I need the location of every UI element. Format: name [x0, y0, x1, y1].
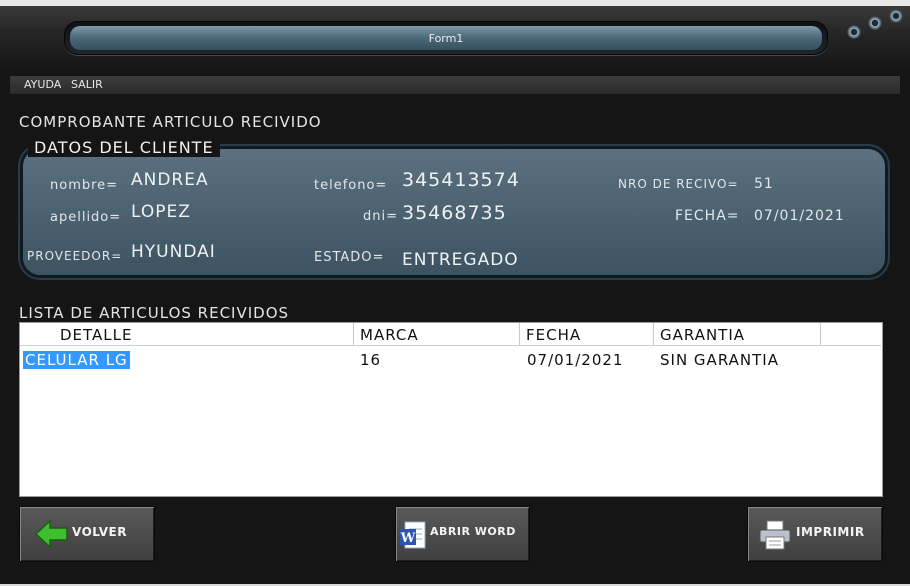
- title-bar[interactable]: Form1: [0, 6, 910, 72]
- maximize-button[interactable]: [868, 16, 882, 30]
- volver-label: VOLVER: [72, 525, 127, 539]
- proveedor-value: HYUNDAI: [131, 242, 216, 262]
- column-header-detalle[interactable]: DETALLE: [20, 323, 354, 346]
- proveedor-label: PROVEEDOR=: [27, 249, 123, 263]
- cell-detalle[interactable]: CELULAR LG: [23, 351, 130, 369]
- menu-ayuda[interactable]: AYUDA: [24, 78, 61, 91]
- minimize-button[interactable]: [847, 25, 861, 39]
- green-left-arrow-icon: [34, 519, 70, 553]
- printer-icon: [758, 520, 792, 554]
- cell-fecha[interactable]: 07/01/2021: [527, 351, 623, 369]
- title-pill: Form1: [64, 21, 828, 55]
- fecha-label: FECHA=: [675, 208, 740, 224]
- window-title: Form1: [428, 32, 464, 45]
- cell-marca[interactable]: 16: [360, 351, 381, 369]
- estado-value: ENTREGADO: [402, 250, 519, 270]
- page-title: COMPROBANTE ARTICULO RECIVIDO: [19, 113, 322, 131]
- abrir-word-label: ABRIR WORD: [430, 525, 516, 538]
- close-button[interactable]: [889, 9, 903, 23]
- apellido-label: apellido=: [50, 210, 122, 225]
- menu-bar: AYUDA SALIR: [10, 76, 900, 94]
- apellido-value: LOPEZ: [131, 202, 191, 222]
- client-data-legend: DATOS DEL CLIENTE: [28, 138, 220, 157]
- fecha-value: 07/01/2021: [754, 208, 845, 224]
- word-document-icon: W: [399, 521, 427, 553]
- svg-text:W: W: [400, 531, 416, 546]
- articles-grid[interactable]: DETALLE MARCA FECHA GARANTIA CELULAR LG …: [19, 322, 883, 497]
- nombre-value: ANDREA: [131, 170, 209, 190]
- dni-label: dni=: [363, 209, 398, 224]
- volver-button[interactable]: VOLVER: [20, 507, 154, 561]
- recibo-value: 51: [754, 176, 774, 192]
- telefono-label: telefono=: [314, 178, 388, 193]
- recibo-label: NRO DE RECIVO=: [618, 177, 739, 191]
- column-header-marca[interactable]: MARCA: [354, 323, 520, 346]
- dni-value: 35468735: [402, 202, 507, 224]
- abrir-word-button[interactable]: W ABRIR WORD: [396, 507, 529, 561]
- cell-garantia[interactable]: SIN GARANTIA: [660, 351, 779, 369]
- estado-label: ESTADO=: [314, 250, 385, 265]
- menu-salir[interactable]: SALIR: [71, 78, 103, 91]
- imprimir-button[interactable]: IMPRIMIR: [748, 507, 882, 561]
- column-header-garantia[interactable]: GARANTIA: [654, 323, 821, 346]
- column-header-fecha[interactable]: FECHA: [520, 323, 654, 346]
- list-title: LISTA DE ARTICULOS RECIVIDOS: [19, 304, 290, 322]
- column-header-filler: [821, 323, 881, 346]
- imprimir-label: IMPRIMIR: [796, 525, 865, 539]
- telefono-value: 345413574: [402, 169, 520, 191]
- nombre-label: nombre=: [50, 178, 119, 193]
- form-window: Form1 AYUDA SALIR: [0, 6, 910, 584]
